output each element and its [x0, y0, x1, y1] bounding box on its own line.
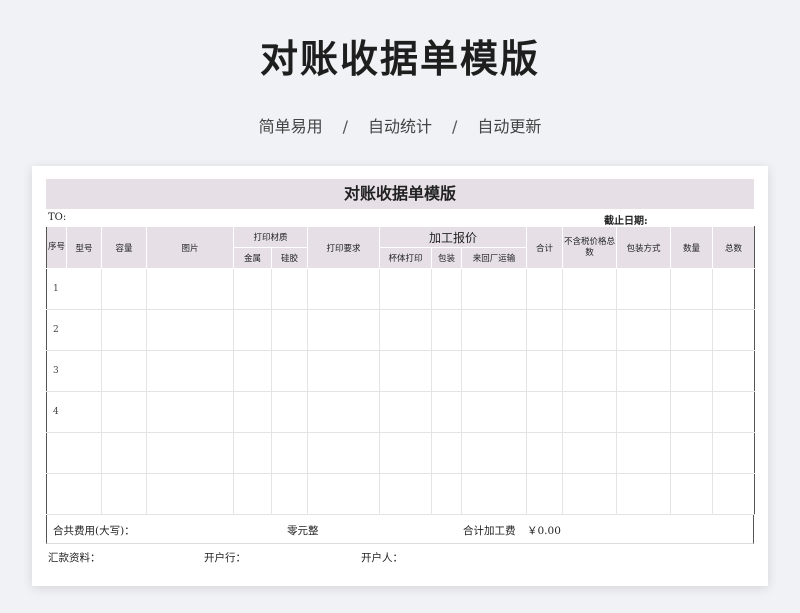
header-image: 图片	[146, 226, 234, 269]
total-label: 合共费用(大写)：	[53, 525, 135, 537]
header-packaging: 包装	[431, 247, 463, 269]
document-title: 对账收据单模版	[46, 179, 754, 209]
feature-tagline: 简单易用 / 自动统计 / 自动更新	[0, 113, 800, 137]
receipt-table: 序号 型号 容量 图片 打印材质 打印要求 加工报价 合计 不含税价格总数 包装…	[46, 226, 756, 515]
row-seq: 3	[46, 350, 102, 392]
header-processing-quote: 加工报价	[379, 226, 528, 248]
header-model: 型号	[66, 226, 102, 269]
bank-info-label: 汇款资料：	[48, 552, 101, 564]
page-hero-title: 对账收据单模版	[259, 37, 540, 81]
table-row: 1	[46, 268, 756, 310]
account-holder-label: 开户人：	[361, 552, 403, 564]
feature-auto-stats: 自动统计	[367, 117, 432, 136]
processing-total-label: 合计加工费	[463, 525, 516, 537]
header-pack-method: 包装方式	[616, 226, 672, 269]
row-seq	[46, 432, 102, 474]
cutoff-date-label: 截止日期:	[604, 216, 648, 227]
table-row: 4	[46, 391, 756, 433]
header-subtotal: 合计	[526, 226, 564, 269]
row-seq	[46, 473, 102, 515]
total-row: 合共费用(大写)： 零元整 合计加工费 ￥0.00	[46, 515, 754, 544]
header-metal: 金属	[233, 247, 272, 269]
header-return-shipping: 来回厂运输	[461, 247, 528, 269]
row-seq: 2	[46, 309, 102, 351]
feature-easy: 简单易用	[258, 117, 323, 136]
row-seq: 4	[46, 391, 102, 433]
header-pretax-total: 不含税价格总数	[562, 226, 618, 269]
header-seq: 序号	[46, 226, 67, 269]
table-row: 2	[46, 309, 756, 351]
meta-row: TO: 截止日期:	[46, 212, 754, 227]
document-preview-card: 对账收据单模版 TO: 截止日期: 序号 型号 容量 图片 打印材质 打印要求 …	[32, 166, 768, 586]
header-cup-print: 杯体打印	[379, 247, 433, 269]
header-row-1: 序号 型号 容量 图片 打印材质 打印要求 加工报价 合计 不含税价格总数 包装…	[46, 226, 756, 269]
receipt-sheet: 对账收据单模版 TO: 截止日期: 序号 型号 容量 图片 打印材质 打印要求 …	[46, 179, 756, 566]
header-total: 总数	[712, 226, 756, 269]
header-print-material: 打印材质	[232, 226, 309, 248]
total-amount-words: 零元整	[287, 525, 319, 537]
separator: /	[452, 117, 458, 136]
table-row	[46, 473, 756, 515]
header-silicone: 硅胶	[270, 247, 309, 269]
separator: /	[342, 117, 348, 136]
to-label: TO:	[48, 212, 67, 223]
table-row: 3	[46, 350, 756, 392]
feature-auto-update: 自动更新	[477, 117, 542, 136]
header-print-requirement: 打印要求	[307, 226, 381, 269]
header-capacity: 容量	[101, 226, 147, 269]
table-row	[46, 432, 756, 474]
processing-total-value: ￥0.00	[527, 525, 561, 537]
row-seq: 1	[46, 268, 102, 310]
header-quantity: 数量	[670, 226, 714, 269]
bank-info-row: 汇款资料： 开户行： 开户人：	[46, 544, 754, 566]
bank-name-label: 开户行：	[204, 552, 246, 564]
